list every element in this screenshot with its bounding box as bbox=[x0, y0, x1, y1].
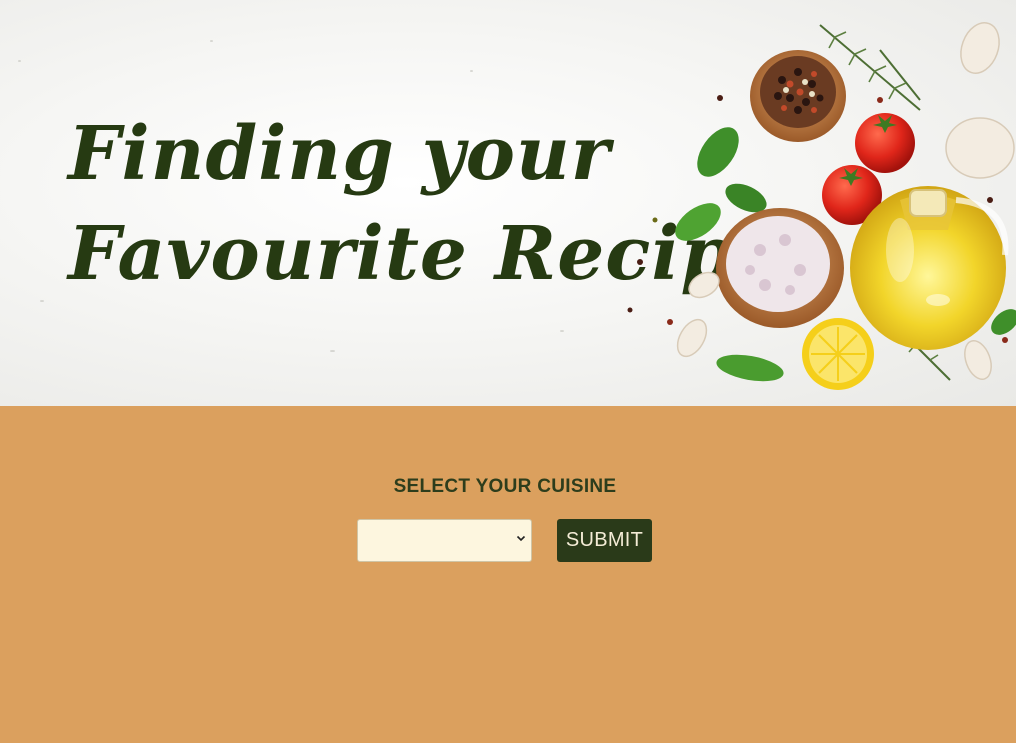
marble-speckle bbox=[40, 300, 44, 302]
hero-banner: Finding your Favourite Recipe bbox=[0, 0, 1016, 406]
cuisine-dropdown[interactable] bbox=[357, 519, 532, 562]
food-ingredients-image bbox=[627, 22, 1016, 390]
select-cuisine-label: SELECT YOUR CUISINE bbox=[393, 476, 617, 497]
lemon-half bbox=[802, 318, 874, 390]
marble-speckle bbox=[18, 60, 21, 62]
marble-speckle bbox=[330, 350, 335, 352]
olive-oil-bottle bbox=[850, 186, 1009, 350]
chevron-down-icon bbox=[516, 535, 526, 542]
submit-button[interactable]: SUBMIT bbox=[557, 519, 652, 562]
cuisine-selection-section: SELECT YOUR CUISINE SUBMIT bbox=[0, 406, 1016, 743]
salt-bowl bbox=[716, 208, 844, 328]
marble-speckle bbox=[560, 330, 564, 332]
marble-speckle bbox=[470, 70, 473, 72]
marble-speckle bbox=[210, 40, 213, 42]
pepper-bowl bbox=[750, 50, 846, 142]
